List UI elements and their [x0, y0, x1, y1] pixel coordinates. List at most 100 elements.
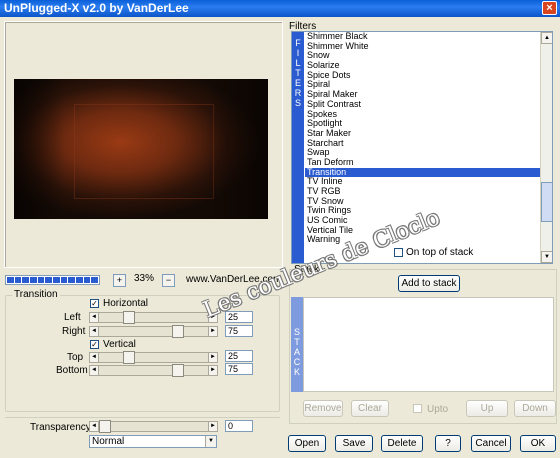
slider-thumb[interactable] — [123, 311, 136, 324]
delete-button[interactable]: Delete — [381, 435, 423, 452]
upto-checkbox[interactable] — [413, 404, 422, 413]
scroll-up-icon[interactable]: ▲ — [541, 32, 552, 44]
tab-letter: L — [295, 58, 301, 68]
tab-letter: A — [293, 347, 300, 357]
arrow-right-icon[interactable]: ► — [208, 326, 218, 337]
progress-segment — [83, 277, 91, 283]
arrow-left-icon[interactable]: ◄ — [89, 365, 99, 376]
filter-item[interactable]: Snow — [305, 51, 542, 61]
on-top-of-stack-label: On top of stack — [406, 247, 474, 258]
tab-letter: F — [295, 38, 301, 48]
tab-letter: T — [295, 68, 301, 78]
transparency-divider — [5, 417, 280, 418]
filter-item[interactable]: Solarize — [305, 61, 542, 71]
right-value-field[interactable]: 75 — [225, 325, 253, 337]
vertical-checkbox[interactable]: ✓ — [90, 340, 99, 349]
progress-segment — [14, 277, 22, 283]
bottom-label: Bottom — [56, 365, 88, 376]
filter-item[interactable]: Spice Dots — [305, 71, 542, 81]
filter-item[interactable]: TV RGB — [305, 187, 542, 197]
arrow-right-icon[interactable]: ► — [208, 365, 218, 376]
check-icon: ✓ — [91, 340, 98, 349]
filter-item[interactable]: TV Snow — [305, 197, 542, 207]
stack-list[interactable] — [303, 297, 554, 392]
arrow-left-icon[interactable]: ◄ — [89, 352, 99, 363]
transparency-label: Transparency — [30, 422, 91, 433]
filter-item[interactable]: TV Inline — [305, 177, 542, 187]
progress-segment — [53, 277, 60, 283]
remove-button[interactable]: Remove — [303, 400, 343, 417]
slider-track — [99, 326, 208, 337]
filter-item[interactable]: Spotlight — [305, 119, 542, 129]
transparency-value-field[interactable]: 0 — [225, 420, 253, 432]
filters-scrollbar[interactable]: ▲ ▼ — [540, 32, 552, 263]
on-top-of-stack-checkbox[interactable] — [394, 248, 403, 257]
tab-letter: S — [293, 327, 300, 337]
filter-item[interactable]: Shimmer Black — [305, 32, 542, 42]
tab-letter: K — [293, 367, 300, 377]
top-value-field[interactable]: 25 — [225, 350, 253, 362]
filter-item[interactable]: Split Contrast — [305, 100, 542, 110]
progress-segment — [76, 277, 83, 283]
tab-letter: S — [294, 98, 301, 108]
filter-item[interactable]: Spokes — [305, 110, 542, 120]
top-slider[interactable]: ◄ ► — [89, 351, 218, 364]
scroll-down-icon[interactable]: ▼ — [541, 251, 552, 263]
filter-item[interactable]: Star Maker — [305, 129, 542, 139]
right-slider[interactable]: ◄ ► — [89, 325, 218, 338]
close-icon: × — [546, 2, 553, 14]
zoom-in-button[interactable]: + — [113, 274, 126, 287]
check-icon: ✓ — [91, 299, 98, 308]
slider-thumb[interactable] — [171, 364, 184, 377]
top-label: Top — [67, 352, 84, 363]
right-label: Right — [62, 326, 86, 337]
blend-mode-select[interactable]: Normal ▼ — [89, 435, 217, 448]
tab-letter: I — [296, 48, 300, 58]
down-button[interactable]: Down — [514, 400, 556, 417]
progress-segment — [37, 277, 45, 283]
slider-track — [99, 312, 208, 323]
progress-segment — [7, 277, 14, 283]
bottom-value-field[interactable]: 75 — [225, 363, 253, 375]
preview-image — [14, 79, 268, 219]
horizontal-label: Horizontal — [103, 298, 149, 309]
filter-item[interactable]: Tan Deform — [305, 158, 542, 168]
bottom-slider[interactable]: ◄ ► — [89, 364, 218, 377]
open-button[interactable]: Open — [288, 435, 326, 452]
transparency-slider[interactable]: ◄ ► — [89, 420, 218, 433]
progress-segment — [22, 277, 30, 283]
save-button[interactable]: Save — [335, 435, 373, 452]
horizontal-checkbox[interactable]: ✓ — [90, 299, 99, 308]
filter-item[interactable]: Spiral — [305, 80, 542, 90]
slider-track — [99, 352, 208, 363]
slider-thumb[interactable] — [171, 325, 184, 338]
help-button[interactable]: ? — [435, 435, 461, 452]
filter-item[interactable]: Starchart — [305, 139, 542, 149]
left-label: Left — [64, 312, 81, 323]
up-button[interactable]: Up — [466, 400, 508, 417]
filter-item[interactable]: Transition — [305, 167, 542, 178]
slider-thumb[interactable] — [99, 420, 111, 433]
filter-item[interactable]: Swap — [305, 148, 542, 158]
render-progress-bar — [5, 275, 100, 285]
arrow-left-icon[interactable]: ◄ — [89, 312, 99, 323]
chevron-down-icon[interactable]: ▼ — [205, 436, 216, 447]
tab-letter: C — [293, 357, 301, 367]
slider-track — [99, 365, 208, 376]
left-slider[interactable]: ◄ ► — [89, 311, 218, 324]
add-to-stack-button[interactable]: Add to stack — [398, 275, 460, 292]
arrow-right-icon[interactable]: ► — [208, 421, 218, 432]
close-button[interactable]: × — [542, 1, 557, 15]
progress-segment — [60, 277, 68, 283]
arrow-right-icon[interactable]: ► — [208, 352, 218, 363]
filter-item[interactable]: Shimmer White — [305, 42, 542, 52]
ok-button[interactable]: OK — [520, 435, 556, 452]
cancel-button[interactable]: Cancel — [471, 435, 511, 452]
arrow-left-icon[interactable]: ◄ — [89, 326, 99, 337]
clear-button[interactable]: Clear — [351, 400, 389, 417]
slider-thumb[interactable] — [123, 351, 136, 364]
filter-item[interactable]: Spiral Maker — [305, 90, 542, 100]
arrow-left-icon[interactable]: ◄ — [89, 421, 99, 432]
scroll-thumb[interactable] — [541, 182, 552, 222]
zoom-out-button[interactable]: − — [162, 274, 175, 287]
